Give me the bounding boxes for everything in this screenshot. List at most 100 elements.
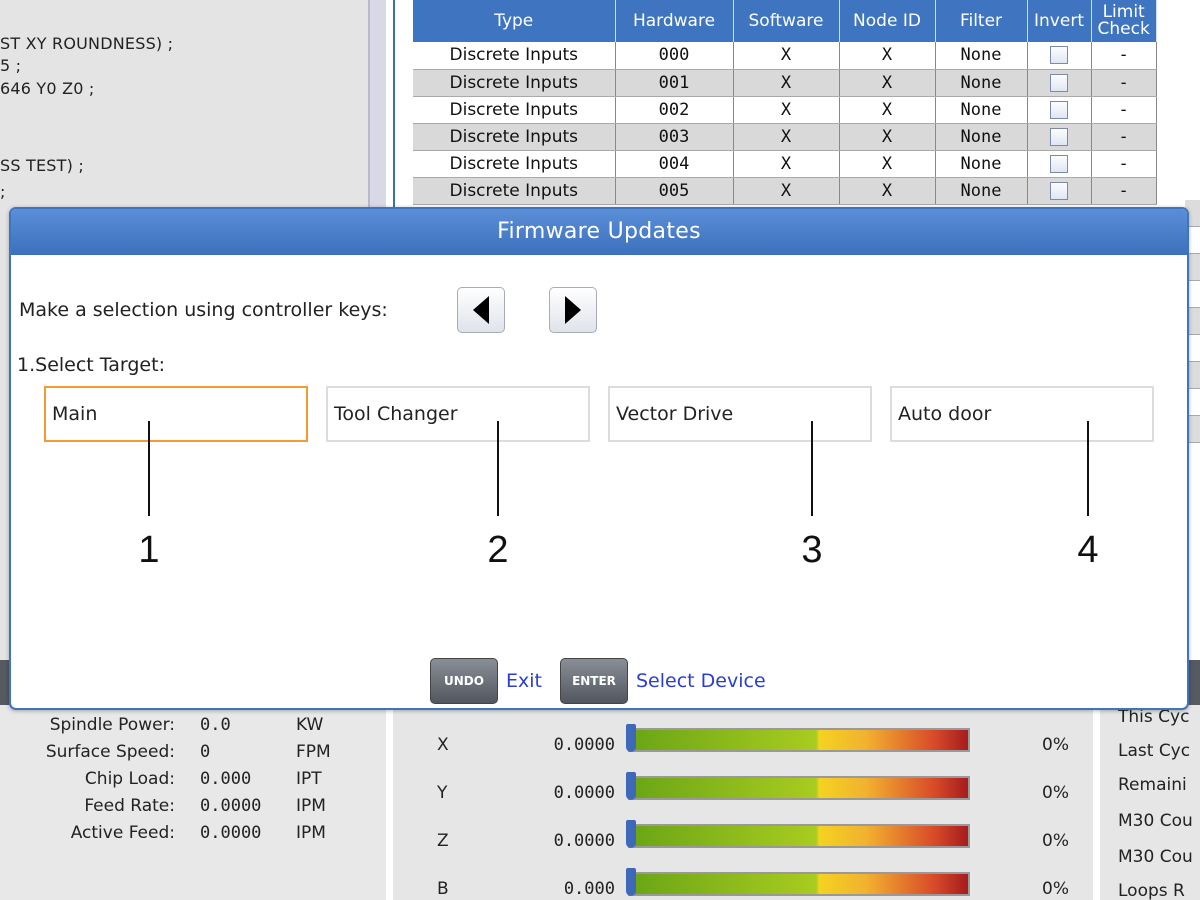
table-row[interactable]: Discrete Inputs 000 X X None - <box>413 42 1157 70</box>
invert-checkbox[interactable] <box>1050 181 1068 200</box>
cell-software: X <box>733 96 840 124</box>
cell-hardware: 005 <box>615 177 734 205</box>
cell-node-id: X <box>839 96 936 124</box>
axis-position: 0.0000 <box>553 783 615 803</box>
cell-type: Discrete Inputs <box>413 123 616 151</box>
axis-load-pane: X 0.0000 0% Y 0.0000 0% Z 0.0000 0% B 0.… <box>393 705 1093 900</box>
axis-row-z: Z 0.0000 0% <box>393 819 1093 867</box>
axis-row-x: X 0.0000 0% <box>393 723 1093 771</box>
exit-label: Exit <box>506 670 542 692</box>
stat-label: Chip Load: <box>84 769 175 789</box>
cell-hardware: 000 <box>615 42 734 70</box>
stat-value: 0.0000 <box>200 823 262 843</box>
load-marker-icon <box>626 772 636 800</box>
cell-hardware: 003 <box>615 123 734 151</box>
axis-row-b: B 0.000 0% <box>393 867 1093 900</box>
target-tool-changer-button[interactable]: Tool Changer <box>326 386 590 442</box>
cell-hardware: 004 <box>615 150 734 178</box>
axis-load-percent: 0% <box>1042 879 1069 899</box>
firmware-updates-dialog: Firmware Updates Make a selection using … <box>9 207 1189 710</box>
stat-unit: IPT <box>296 769 322 789</box>
table-row[interactable]: Discrete Inputs 004 X X None - <box>413 150 1157 178</box>
table-row[interactable]: Discrete Inputs 003 X X None - <box>413 123 1157 151</box>
cell-limit: - <box>1091 42 1157 70</box>
cell-type: Discrete Inputs <box>413 150 616 178</box>
table-row[interactable]: Discrete Inputs 002 X X None - <box>413 96 1157 124</box>
cell-filter: None <box>935 42 1028 70</box>
cycle-item: Last Cyc <box>1118 741 1191 761</box>
cell-invert <box>1027 42 1092 70</box>
cell-node-id: X <box>839 69 936 97</box>
select-device-label: Select Device <box>636 670 766 692</box>
cell-limit: - <box>1091 177 1157 205</box>
program-line: ; <box>0 182 6 201</box>
axis-name: Z <box>437 831 449 851</box>
cycle-item: This Cyc <box>1118 707 1190 727</box>
cell-limit: - <box>1091 96 1157 124</box>
cell-node-id: X <box>839 150 936 178</box>
axis-name: X <box>437 735 449 755</box>
cell-software: X <box>733 123 840 151</box>
stat-unit: IPM <box>296 823 326 843</box>
invert-checkbox[interactable] <box>1050 154 1068 173</box>
invert-checkbox[interactable] <box>1050 127 1068 146</box>
axis-load-percent: 0% <box>1042 831 1069 851</box>
axis-position: 0.000 <box>563 879 615 899</box>
invert-checkbox[interactable] <box>1050 100 1068 119</box>
axis-name: Y <box>437 783 448 803</box>
cell-type: Discrete Inputs <box>413 42 616 70</box>
stat-value: 0 <box>200 742 211 762</box>
target-auto-door-button[interactable]: Auto door <box>890 386 1154 442</box>
instruction-text: Make a selection using controller keys: <box>19 299 388 321</box>
callout-number: 1 <box>138 529 160 571</box>
cell-node-id: X <box>839 42 936 70</box>
stat-label: Spindle Power: <box>49 715 175 735</box>
col-header-type: Type <box>413 0 616 42</box>
dialog-title: Firmware Updates <box>11 209 1187 255</box>
cell-filter: None <box>935 69 1028 97</box>
cell-type: Discrete Inputs <box>413 177 616 205</box>
callout-line <box>148 421 150 516</box>
program-line: SS TEST) ; <box>0 156 84 175</box>
col-header-node-id: Node ID <box>839 0 936 42</box>
io-table: Type Hardware Software Node ID Filter In… <box>413 0 1157 205</box>
cell-software: X <box>733 42 840 70</box>
target-vector-drive-button[interactable]: Vector Drive <box>608 386 872 442</box>
cell-node-id: X <box>839 123 936 151</box>
invert-checkbox[interactable] <box>1050 46 1068 65</box>
cell-node-id: X <box>839 177 936 205</box>
axis-position: 0.0000 <box>553 735 615 755</box>
program-line: ST XY ROUNDNESS) ; <box>0 34 174 53</box>
left-arrow-icon <box>473 296 489 324</box>
spindle-stats-pane: Spindle Power: 0.0 KW Surface Speed: 0 F… <box>0 705 386 900</box>
cell-hardware: 002 <box>615 96 734 124</box>
cell-type: Discrete Inputs <box>413 69 616 97</box>
stat-value: 0.0 <box>200 715 231 735</box>
cell-type: Discrete Inputs <box>413 96 616 124</box>
cell-invert <box>1027 177 1092 205</box>
cell-filter: None <box>935 96 1028 124</box>
stat-unit: KW <box>296 715 324 735</box>
callout-number: 4 <box>1077 529 1099 571</box>
axis-load-bar <box>628 824 970 848</box>
program-line: 646 Y0 Z0 ; <box>0 79 95 98</box>
left-arrow-key[interactable] <box>457 287 505 333</box>
undo-key[interactable]: UNDO <box>430 658 498 704</box>
cycle-item: M30 Cou <box>1118 811 1193 831</box>
axis-position: 0.0000 <box>553 831 615 851</box>
target-main-button[interactable]: Main <box>44 386 308 442</box>
table-row[interactable]: Discrete Inputs 001 X X None - <box>413 69 1157 97</box>
callout-number: 2 <box>487 529 509 571</box>
callout-number: 3 <box>801 529 823 571</box>
cycle-item: Remaini <box>1118 775 1187 795</box>
invert-checkbox[interactable] <box>1050 73 1068 92</box>
cell-invert <box>1027 150 1092 178</box>
right-arrow-icon <box>565 296 581 324</box>
cell-invert <box>1027 96 1092 124</box>
col-header-software: Software <box>733 0 840 42</box>
cell-software: X <box>733 150 840 178</box>
enter-key[interactable]: ENTER <box>560 658 628 704</box>
cell-limit: - <box>1091 123 1157 151</box>
right-arrow-key[interactable] <box>549 287 597 333</box>
table-row[interactable]: Discrete Inputs 005 X X None - <box>413 177 1157 205</box>
